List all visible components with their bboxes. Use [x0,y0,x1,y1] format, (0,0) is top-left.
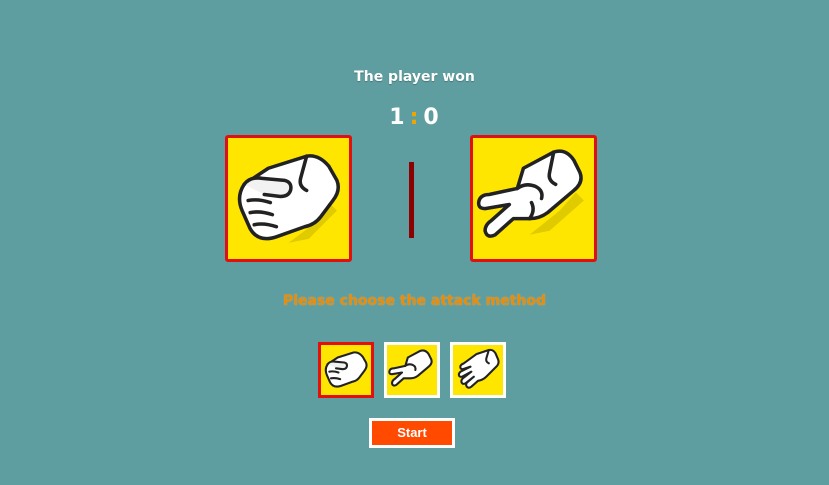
scoreboard: 1:0 [0,105,829,130]
versus-divider [409,162,414,238]
scissors-icon [388,349,433,387]
paper-icon [457,348,500,389]
result-message: The player won [354,69,475,85]
score-separator: : [409,105,420,130]
game-stage: The player won 1:0 Please choose the att… [0,0,829,485]
computer-score: 0 [423,105,440,130]
choice-rock-button[interactable] [318,342,374,398]
rock-icon [324,351,368,388]
choice-paper-button[interactable] [450,342,506,398]
player-hand-card [225,135,352,262]
computer-hand-card [470,135,597,262]
scissors-icon [476,149,584,238]
rock-icon [237,154,340,243]
choice-scissors-button[interactable] [384,342,440,398]
choose-prompt: Please choose the attack method [282,293,547,309]
start-button[interactable]: Start [369,418,455,448]
player-score: 1 [389,105,406,130]
